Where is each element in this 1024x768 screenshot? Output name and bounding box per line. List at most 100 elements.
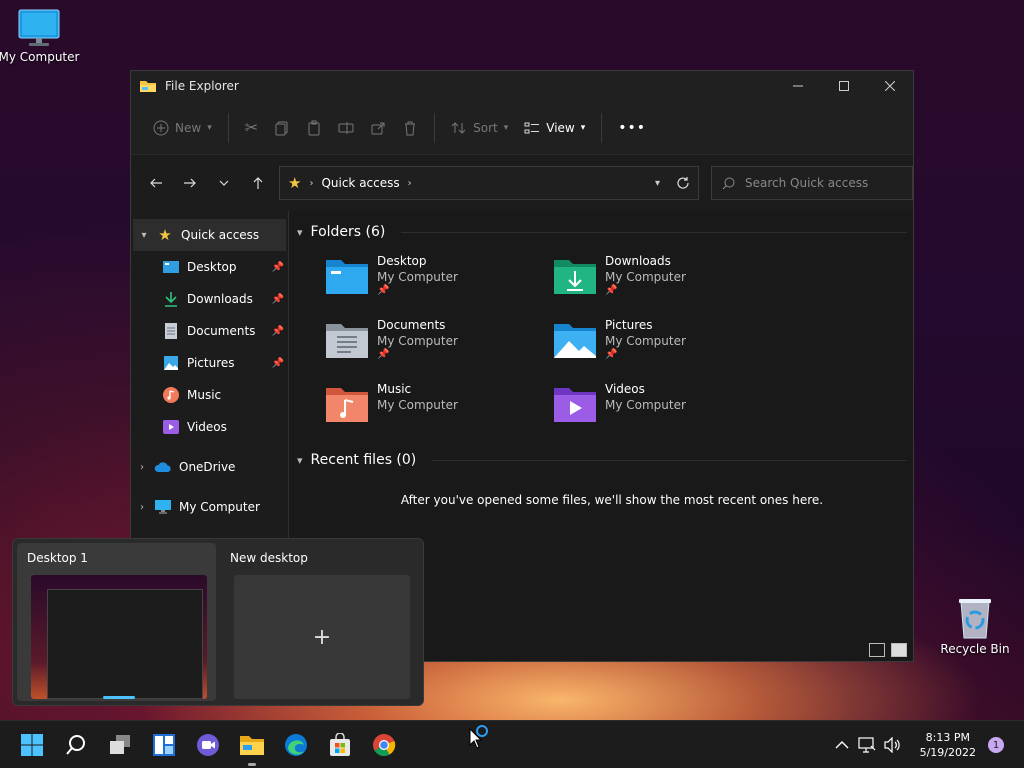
chevron-right-icon[interactable]: › [131, 462, 153, 473]
folder-tile-downloads[interactable]: Downloads My Computer 📌 [553, 253, 781, 317]
system-tray: 8:13 PM 5/19/2022 1 [830, 721, 1024, 768]
folder-tile-pictures[interactable]: Pictures My Computer 📌 [553, 317, 781, 381]
nav-item-label: Music [187, 388, 222, 402]
nav-item-desktop[interactable]: Desktop 📌 [131, 251, 288, 283]
network-icon [857, 737, 876, 753]
search-button[interactable] [62, 731, 90, 759]
nav-item-label: Videos [187, 420, 227, 434]
chevron-down-icon[interactable]: ▾ [133, 230, 155, 241]
search-icon [722, 177, 735, 189]
search-placeholder: Search Quick access [745, 176, 869, 190]
chat-button[interactable] [194, 731, 222, 759]
cut-button[interactable]: ✂ [237, 112, 266, 144]
refresh-icon[interactable] [676, 176, 690, 190]
virtual-desktop-1[interactable]: Desktop 1 [17, 543, 216, 701]
delete-button[interactable] [394, 112, 426, 144]
close-button[interactable] [867, 71, 913, 101]
nav-item-label: Documents [187, 324, 256, 338]
new-button-label: New [175, 120, 202, 135]
address-row: ★ › Quick access › ▾ Search Quick access [131, 155, 913, 211]
folders-section-header[interactable]: ▾ Folders (6) [297, 221, 907, 243]
chevron-right-icon: › [407, 177, 412, 189]
search-box[interactable]: Search Quick access [711, 166, 913, 200]
recent-locations-button[interactable] [207, 168, 241, 198]
edge-button[interactable] [282, 731, 310, 759]
widgets-button[interactable] [150, 731, 178, 759]
details-view-icon[interactable] [869, 643, 885, 657]
store-button[interactable] [326, 731, 354, 759]
folder-icon [240, 736, 264, 755]
more-options-button[interactable]: ••• [610, 112, 654, 144]
address-dropdown-icon[interactable]: ▾ [655, 178, 660, 189]
notification-badge[interactable]: 1 [988, 737, 1004, 753]
maximize-button[interactable] [821, 71, 867, 101]
desktop-icon-my-computer[interactable]: My Computer [0, 8, 84, 64]
clock[interactable]: 8:13 PM 5/19/2022 [920, 730, 976, 760]
window-title: File Explorer [165, 79, 239, 93]
pin-icon: 📌 [605, 349, 618, 360]
nav-item-pictures[interactable]: Pictures 📌 [131, 347, 288, 379]
view-button[interactable]: View ▾ [516, 112, 593, 144]
file-explorer-taskbar-button[interactable] [238, 731, 266, 759]
folder-location: My Computer [377, 334, 458, 348]
volume-button[interactable] [880, 737, 906, 753]
nav-item-downloads[interactable]: Downloads 📌 [131, 283, 288, 315]
toolbar-divider [601, 112, 603, 143]
clipboard-icon [308, 120, 320, 135]
up-button[interactable] [241, 168, 275, 198]
chrome-button[interactable] [370, 731, 398, 759]
video-icon [161, 419, 181, 435]
nav-my-computer[interactable]: › My Computer [131, 491, 288, 523]
network-button[interactable] [854, 737, 880, 753]
minimize-button[interactable] [775, 71, 821, 101]
view-toggle [869, 643, 907, 657]
folder-tile-videos[interactable]: Videos My Computer [553, 381, 781, 445]
pin-icon: 📌 [271, 325, 284, 337]
virtual-desktop-name: New desktop [230, 551, 308, 565]
back-button[interactable] [139, 168, 173, 198]
arrow-left-icon [150, 178, 162, 188]
chevron-right-icon[interactable]: › [131, 502, 153, 513]
new-button[interactable]: New ▾ [145, 112, 220, 144]
forward-button[interactable] [173, 168, 207, 198]
plus-circle-icon [153, 120, 169, 135]
nav-onedrive[interactable]: › OneDrive [131, 451, 288, 483]
new-desktop-button[interactable]: New desktop + [220, 543, 419, 701]
star-icon: ★ [158, 226, 172, 244]
nav-item-videos[interactable]: Videos [131, 411, 288, 443]
chat-camera-icon [197, 734, 219, 756]
virtual-desktop-name: Desktop 1 [27, 551, 88, 565]
folder-tile-music[interactable]: Music My Computer [325, 381, 553, 445]
nav-item-label: Pictures [187, 356, 235, 370]
nav-quick-access[interactable]: ▾ ★ Quick access [133, 219, 286, 251]
cloud-icon [153, 461, 173, 473]
start-button[interactable] [18, 731, 46, 759]
windows-logo-icon [21, 734, 43, 756]
folder-name: Desktop [377, 254, 427, 268]
toolbar-divider [227, 112, 229, 143]
pin-icon: 📌 [377, 349, 390, 360]
folder-tile-documents[interactable]: Documents My Computer 📌 [325, 317, 553, 381]
pin-icon: 📌 [605, 285, 618, 296]
mouse-pointer-icon [469, 725, 488, 749]
tiles-view-icon[interactable] [891, 643, 907, 657]
folder-tile-desktop[interactable]: Desktop My Computer 📌 [325, 253, 553, 317]
scissors-icon: ✂ [244, 118, 259, 137]
nav-item-music[interactable]: Music [131, 379, 288, 411]
sort-button[interactable]: Sort ▾ [443, 112, 516, 144]
address-bar[interactable]: ★ › Quick access › ▾ [279, 166, 699, 200]
breadcrumb-quick-access[interactable]: Quick access [321, 176, 399, 190]
title-bar[interactable]: File Explorer [131, 71, 913, 101]
download-icon [161, 291, 181, 307]
nav-item-documents[interactable]: Documents 📌 [131, 315, 288, 347]
paste-button[interactable] [298, 112, 330, 144]
rename-button[interactable] [330, 112, 362, 144]
recent-section-header[interactable]: ▾ Recent files (0) [297, 449, 907, 471]
copy-button[interactable] [266, 112, 298, 144]
desktop-icon-recycle-bin[interactable]: Recycle Bin [930, 596, 1020, 656]
task-view-button[interactable] [106, 731, 134, 759]
widgets-icon [153, 734, 175, 756]
share-button[interactable] [362, 112, 394, 144]
show-hidden-icons-button[interactable] [830, 740, 854, 750]
desktop-icon-label: My Computer [0, 50, 80, 64]
